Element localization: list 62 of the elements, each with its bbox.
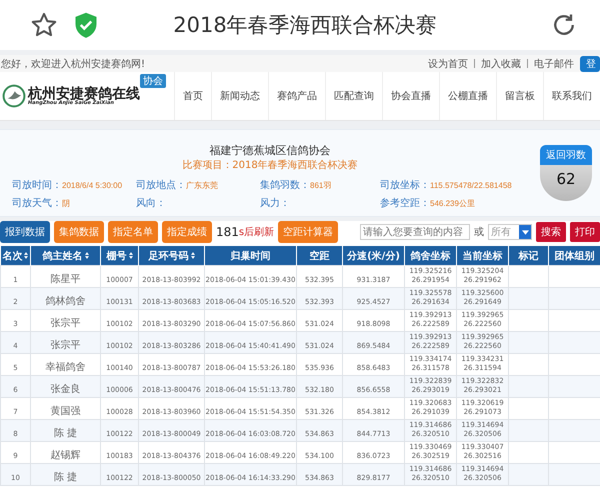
nav-link[interactable]: 留言板: [496, 72, 543, 120]
info-field: 参考空距：546.239公里: [380, 196, 530, 210]
sort-icon[interactable]: [84, 252, 88, 258]
top-link[interactable]: 加入收藏: [481, 56, 521, 70]
page-title: 2018年春季海西联合杯决赛: [172, 12, 438, 39]
info-field: 风向：: [136, 196, 260, 210]
column-header: 分速(米/分): [342, 246, 404, 266]
search-button[interactable]: 搜索: [536, 222, 566, 242]
countdown-note: s后刷新: [238, 226, 274, 239]
column-header[interactable]: 足环号码: [138, 246, 204, 266]
table-cell: 鸽林鸽舍: [46, 296, 86, 307]
info-field: 司放时间：2018/6/4 5:30:00: [12, 178, 136, 192]
or-text: 或: [474, 226, 484, 239]
returned-count: 62: [556, 170, 576, 188]
association-name: 福建宁德蕉城区信鸽协会: [210, 142, 330, 158]
info-field: 集鸽羽数：861羽: [260, 178, 380, 192]
column-header: 当前坐标: [456, 246, 508, 266]
table-cell: 陈 捷: [54, 428, 78, 439]
top-link[interactable]: 电子邮件: [534, 56, 574, 70]
data-tab[interactable]: 报到数据: [0, 221, 50, 243]
top-link[interactable]: 设为首页: [428, 56, 468, 70]
nav-link[interactable]: 新闻动态: [211, 72, 268, 120]
column-header: 归巢时间: [204, 246, 296, 266]
table-cell: 张宗平: [50, 318, 80, 329]
column-header[interactable]: 鸽主姓名: [30, 246, 100, 266]
star-icon[interactable]: [30, 11, 58, 39]
nav-link[interactable]: 首页: [174, 72, 211, 120]
column-header: 空距: [296, 246, 342, 266]
table-cell: 赵锡辉: [50, 450, 80, 461]
print-button[interactable]: 打印: [570, 222, 600, 242]
caret-icon: [522, 230, 528, 234]
nav-link[interactable]: 匹配查询: [325, 72, 382, 120]
login-button[interactable]: 登: [580, 56, 600, 72]
search-field[interactable]: 请输入您要查询的内容: [360, 224, 470, 240]
table-cell: 张宗平: [50, 340, 80, 351]
info-field: 司放地点：广东东莞: [136, 178, 260, 192]
sort-icon[interactable]: [128, 252, 132, 258]
welcome-text: 您好，欢迎进入杭州安捷赛鸽网!: [0, 58, 146, 70]
table-cell: 陈 捷: [54, 472, 78, 483]
column-header: 标记: [508, 246, 548, 266]
nav-link[interactable]: 公棚直播: [439, 72, 496, 120]
event-name: 比赛项目：2018年春季海西联合杯决赛: [182, 158, 358, 172]
info-field: 风力：: [260, 196, 380, 210]
column-header[interactable]: 名次: [0, 246, 30, 266]
table-cell: 陈星平: [50, 274, 80, 285]
table-cell: 黄国强: [50, 406, 80, 417]
info-field: 司放坐标：115.575478/22.581458: [380, 178, 530, 192]
column-header[interactable]: 棚号: [100, 246, 138, 266]
sort-icon[interactable]: [24, 252, 28, 258]
returned-count-label: 返回羽数: [540, 145, 592, 165]
nav-link[interactable]: 协会直播: [382, 72, 439, 120]
column-header: 团体组别: [548, 246, 600, 266]
nav-link[interactable]: 赛鸽产品: [268, 72, 325, 120]
column-header: 鸽舍坐标: [404, 246, 456, 266]
table-cell: 幸福鸽舍: [46, 362, 86, 373]
logo-title: 杭州安捷赛鸽在线: [28, 86, 140, 100]
info-field: 司放天气：阴: [12, 196, 136, 210]
nav-link[interactable]: 联系我们: [543, 72, 600, 120]
table-cell: 张金良: [50, 384, 80, 395]
logo-badge: 协会: [140, 74, 166, 88]
sort-icon[interactable]: [190, 252, 194, 258]
countdown: 181: [216, 225, 239, 239]
